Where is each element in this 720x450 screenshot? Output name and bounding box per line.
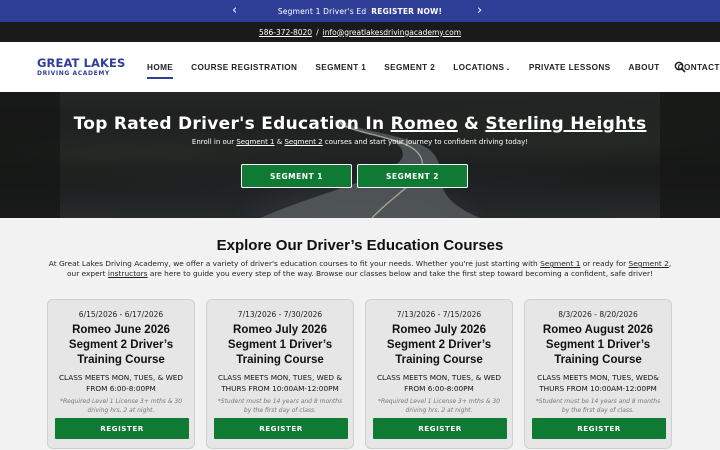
intro-link-segment-1[interactable]: Segment 1: [540, 259, 580, 268]
nav-item-segment-1[interactable]: SEGMENT 1: [315, 63, 366, 72]
hero-road-image: [0, 92, 720, 218]
email-link[interactable]: info@greatlakesdrivingacademy.com: [323, 28, 461, 37]
course-schedule: CLASS MEETS MON, TUES, & WED FROM 6:00-8…: [58, 373, 184, 393]
contact-bar: 586-372-8020 / info@greatlakesdrivingaca…: [0, 22, 720, 42]
hero-link-sterling-heights[interactable]: Sterling Heights: [485, 114, 646, 134]
register-button[interactable]: REGISTER: [373, 418, 507, 439]
hero-sub-link-segment-1[interactable]: Segment 1: [236, 138, 274, 146]
promo-text: Segment 1 Driver's Ed: [277, 6, 367, 16]
course-schedule: CLASS MEETS MON, TUES, WED& THURS FROM 1…: [537, 373, 659, 393]
course-requirement: *Required Level 1 License 3+ mths & 30 d…: [59, 398, 183, 414]
hero-link-romeo[interactable]: Romeo: [391, 114, 458, 134]
nav-item-locations[interactable]: LOCATIONS⌄: [453, 63, 511, 72]
intro-link-segment-2[interactable]: Segment 2: [629, 259, 669, 268]
course-card: 7/13/2026 - 7/15/2026 Romeo July 2026 Se…: [365, 299, 513, 449]
chevron-left-icon[interactable]: ‹: [232, 2, 237, 20]
register-button[interactable]: REGISTER: [214, 418, 348, 439]
course-dates: 7/13/2026 - 7/30/2026: [237, 310, 323, 319]
nav-menu: HOME COURSE REGISTRATION SEGMENT 1 SEGME…: [147, 42, 720, 92]
hero-title: Top Rated Driver's Education In Romeo & …: [0, 114, 720, 134]
logo-line-2: DRIVING ACADEMY: [37, 70, 110, 77]
intro-text-c: ,: [668, 259, 672, 268]
course-card: 6/15/2026 - 6/17/2026 Romeo June 2026 Se…: [47, 299, 195, 449]
course-dates: 6/15/2026 - 6/17/2026: [78, 310, 164, 319]
course-card: 7/13/2026 - 7/30/2026 Romeo July 2026 Se…: [206, 299, 354, 449]
course-card: 8/3/2026 - 8/20/2026 Romeo August 2026 S…: [524, 299, 672, 449]
promo-bar: ‹ Segment 1 Driver's Ed REGISTER NOW! ›: [0, 0, 720, 22]
course-requirement: *Student must be 14 years and 8 months b…: [535, 398, 661, 414]
nav-item-locations-label: LOCATIONS: [453, 62, 505, 72]
course-requirement: *Student must be 14 years and 8 months b…: [217, 398, 343, 414]
course-title: Romeo July 2026 Segment 1 Driver’s Train…: [227, 324, 333, 366]
hero-sub-mid: &: [274, 138, 285, 146]
hero-segment-2-button[interactable]: SEGMENT 2: [357, 164, 468, 188]
hero-subtitle: Enroll in our Segment 1 & Segment 2 cour…: [0, 138, 720, 146]
course-schedule: CLASS MEETS MON, TUES, & WED FROM 6:00-8…: [376, 373, 502, 393]
register-button[interactable]: REGISTER: [532, 418, 666, 439]
intro-text-b: or ready for: [580, 259, 629, 268]
chevron-down-icon: ⌄: [505, 65, 511, 72]
courses-intro: At Great Lakes Driving Academy, we offer…: [30, 259, 690, 279]
hero-banner: Top Rated Driver's Education In Romeo & …: [0, 92, 720, 218]
intro-text-a: At Great Lakes Driving Academy, we offer…: [48, 259, 541, 268]
course-title: Romeo June 2026 Segment 2 Driver’s Train…: [68, 324, 174, 366]
search-icon[interactable]: [674, 61, 686, 73]
nav-item-segment-2[interactable]: SEGMENT 2: [384, 63, 435, 72]
nav-item-home[interactable]: HOME: [147, 63, 174, 79]
intro-link-instructors[interactable]: instructors: [108, 269, 148, 278]
hero-sub-link-segment-2[interactable]: Segment 2: [284, 138, 322, 146]
intro-text-e: are here to guide you every step of the …: [147, 269, 653, 278]
nav-item-about[interactable]: ABOUT: [629, 63, 660, 72]
logo-line-1: GREAT LAKES: [37, 56, 126, 70]
site-logo[interactable]: GREAT LAKES DRIVING ACADEMY: [37, 57, 127, 77]
register-button[interactable]: REGISTER: [55, 418, 189, 439]
course-requirement: *Required Level 1 License 3+ mths & 30 d…: [377, 398, 501, 414]
contact-separator: /: [316, 27, 319, 37]
chevron-right-icon[interactable]: ›: [477, 2, 482, 20]
promo-register-link[interactable]: REGISTER NOW!: [371, 7, 442, 16]
course-title: Romeo July 2026 Segment 2 Driver’s Train…: [386, 324, 492, 366]
hero-title-amp: &: [457, 114, 486, 134]
nav-item-course-registration[interactable]: COURSE REGISTRATION: [191, 63, 297, 72]
course-dates: 8/3/2026 - 8/20/2026: [558, 310, 638, 319]
nav-item-private-lessons[interactable]: PRIVATE LESSONS: [529, 63, 611, 72]
phone-link[interactable]: 586-372-8020: [259, 28, 312, 37]
hero-sub-prefix: Enroll in our: [191, 138, 237, 146]
course-schedule: CLASS MEETS MON, TUES, WED & THURS FROM …: [217, 373, 343, 393]
courses-heading: Explore Our Driver’s Education Courses: [216, 237, 504, 254]
hero-title-prefix: Top Rated Driver's Education In: [73, 114, 391, 134]
course-title: Romeo August 2026 Segment 1 Driver’s Tra…: [542, 324, 654, 366]
hero-sub-suffix: courses and start your journey to confid…: [322, 138, 529, 146]
hero-segment-1-button[interactable]: SEGMENT 1: [241, 164, 352, 188]
intro-text-d: our expert: [67, 269, 108, 278]
course-dates: 7/13/2026 - 7/15/2026: [396, 310, 482, 319]
main-nav: GREAT LAKES DRIVING ACADEMY HOME COURSE …: [0, 42, 720, 92]
